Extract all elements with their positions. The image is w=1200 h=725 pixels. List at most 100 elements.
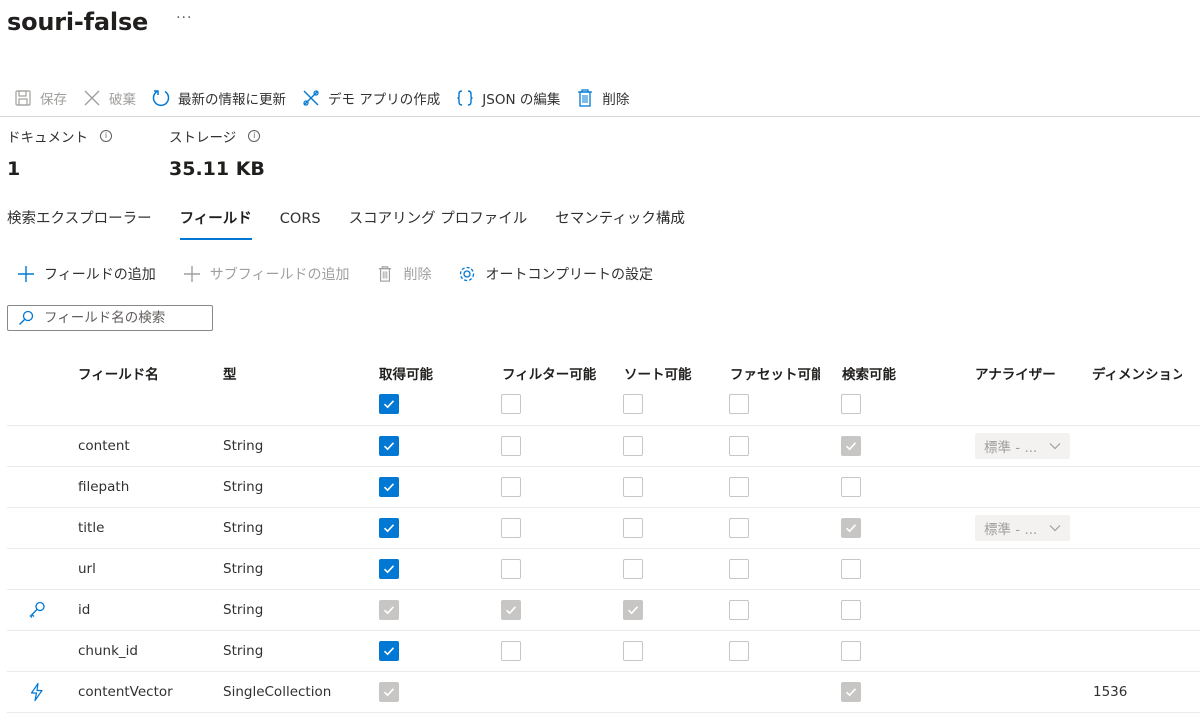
select-all-retrievable-checkbox[interactable]	[379, 394, 399, 414]
analyzer-value: 標準 - ...	[984, 440, 1038, 456]
column-header-retrievable[interactable]: 取得可能	[379, 363, 433, 383]
field-name: title	[78, 520, 105, 536]
table-row[interactable]: url String	[7, 549, 1200, 590]
filterable-checkbox[interactable]	[501, 518, 521, 538]
filterable-checkbox[interactable]	[501, 477, 521, 497]
retrievable-checkbox[interactable]	[379, 436, 399, 456]
more-options-button[interactable]: ···	[176, 10, 192, 26]
retrievable-checkbox[interactable]	[379, 559, 399, 579]
facetable-checkbox[interactable]	[729, 559, 749, 579]
facetable-cell	[729, 549, 749, 589]
sortable-checkbox[interactable]	[623, 436, 643, 456]
refresh-button[interactable]: 最新の情報に更新	[150, 83, 286, 113]
tab-scoring-profiles[interactable]: スコアリング プロファイル	[349, 206, 528, 240]
facetable-checkbox[interactable]	[729, 641, 749, 661]
filterable-checkbox[interactable]	[501, 641, 521, 661]
searchable-cell	[841, 590, 861, 630]
facetable-checkbox[interactable]	[729, 600, 749, 620]
searchable-cell	[841, 467, 861, 507]
autocomplete-settings-button[interactable]: オートコンプリートの設定	[457, 264, 653, 284]
searchable-checkbox[interactable]	[841, 559, 861, 579]
table-row[interactable]: contentVector SingleCollection 1536	[7, 672, 1200, 713]
sortable-cell	[623, 426, 643, 466]
table-row[interactable]: id String	[7, 590, 1200, 631]
add-field-label: フィールドの追加	[44, 267, 156, 283]
tab-strip: 検索エクスプローラー フィールド CORS スコアリング プロファイル セマンテ…	[7, 206, 713, 240]
chevron-down-icon	[1049, 438, 1061, 454]
edit-json-button[interactable]: JSON の編集	[454, 83, 560, 113]
field-type: SingleCollection	[223, 684, 332, 700]
chevron-down-icon	[1049, 520, 1061, 536]
facetable-cell	[729, 426, 749, 466]
close-icon	[81, 87, 103, 109]
searchable-checkbox[interactable]	[841, 600, 861, 620]
select-all-searchable-checkbox[interactable]	[841, 394, 861, 414]
discard-button[interactable]: 破棄	[81, 83, 136, 113]
facetable-checkbox[interactable]	[729, 436, 749, 456]
add-subfield-button[interactable]: サブフィールドの追加	[182, 264, 349, 284]
save-button[interactable]: 保存	[12, 83, 67, 113]
searchable-checkbox[interactable]	[841, 477, 861, 497]
facetable-checkbox[interactable]	[729, 518, 749, 538]
tab-fields[interactable]: フィールド	[179, 206, 253, 240]
retrievable-checkbox[interactable]	[379, 477, 399, 497]
sortable-checkbox[interactable]	[623, 518, 643, 538]
sortable-checkbox[interactable]	[623, 559, 643, 579]
field-name: url	[78, 561, 96, 577]
searchable-checkbox[interactable]	[841, 682, 861, 702]
searchable-cell	[841, 549, 861, 589]
column-header-name[interactable]: フィールド名	[78, 363, 159, 383]
column-header-dimensions[interactable]: ディメンション	[1092, 363, 1182, 383]
table-row[interactable]: content String 標準 - ...	[7, 426, 1200, 467]
page-title: souri-false	[7, 8, 149, 36]
facetable-checkbox[interactable]	[729, 477, 749, 497]
filterable-checkbox[interactable]	[501, 559, 521, 579]
tab-cors[interactable]: CORS	[280, 206, 321, 240]
column-header-analyzer[interactable]: アナライザー	[975, 363, 1056, 383]
retrievable-checkbox[interactable]	[379, 641, 399, 661]
searchable-checkbox[interactable]	[841, 518, 861, 538]
filterable-checkbox[interactable]	[501, 600, 521, 620]
analyzer-dropdown[interactable]: 標準 - ...	[975, 433, 1070, 459]
select-all-row	[7, 394, 1200, 426]
sortable-checkbox[interactable]	[623, 477, 643, 497]
trash-icon	[574, 87, 596, 109]
column-header-type[interactable]: 型	[223, 363, 237, 383]
retrievable-checkbox[interactable]	[379, 600, 399, 620]
add-field-button[interactable]: フィールドの追加	[16, 264, 156, 284]
filterable-checkbox[interactable]	[501, 436, 521, 456]
column-header-sortable[interactable]: ソート可能	[624, 363, 692, 383]
table-row[interactable]: filepath String	[7, 467, 1200, 508]
info-icon[interactable]: i	[100, 130, 112, 142]
searchable-checkbox[interactable]	[841, 641, 861, 661]
select-all-filterable-checkbox[interactable]	[501, 394, 521, 414]
tab-search-explorer[interactable]: 検索エクスプローラー	[7, 206, 152, 240]
save-icon	[12, 87, 34, 109]
braces-icon	[454, 87, 476, 109]
select-all-facetable-checkbox[interactable]	[729, 394, 749, 414]
analyzer-dropdown[interactable]: 標準 - ...	[975, 515, 1070, 541]
documents-stat: ドキュメント i 1	[7, 126, 169, 184]
trash-icon	[375, 264, 395, 284]
filterable-cell	[501, 631, 521, 671]
retrievable-checkbox[interactable]	[379, 682, 399, 702]
sortable-cell	[623, 508, 643, 548]
table-row[interactable]: chunk_id String	[7, 631, 1200, 672]
column-header-facetable[interactable]: ファセット可能	[730, 363, 820, 383]
retrievable-checkbox[interactable]	[379, 518, 399, 538]
field-type: String	[223, 643, 264, 659]
column-header-filterable[interactable]: フィルター可能	[502, 363, 596, 383]
column-header-searchable[interactable]: 検索可能	[842, 363, 896, 383]
info-icon[interactable]: i	[248, 130, 261, 142]
delete-field-button[interactable]: 削除	[375, 264, 431, 284]
select-all-sortable-checkbox[interactable]	[623, 394, 643, 414]
field-search-input[interactable]	[44, 310, 194, 326]
sortable-checkbox[interactable]	[623, 641, 643, 661]
create-demo-app-button[interactable]: デモ アプリの作成	[300, 83, 440, 113]
delete-button[interactable]: 削除	[574, 83, 629, 113]
searchable-checkbox[interactable]	[841, 436, 861, 456]
tab-semantic-config[interactable]: セマンティック構成	[555, 206, 685, 240]
retrievable-cell	[379, 426, 399, 466]
sortable-checkbox[interactable]	[623, 600, 643, 620]
table-row[interactable]: title String 標準 - ...	[7, 508, 1200, 549]
